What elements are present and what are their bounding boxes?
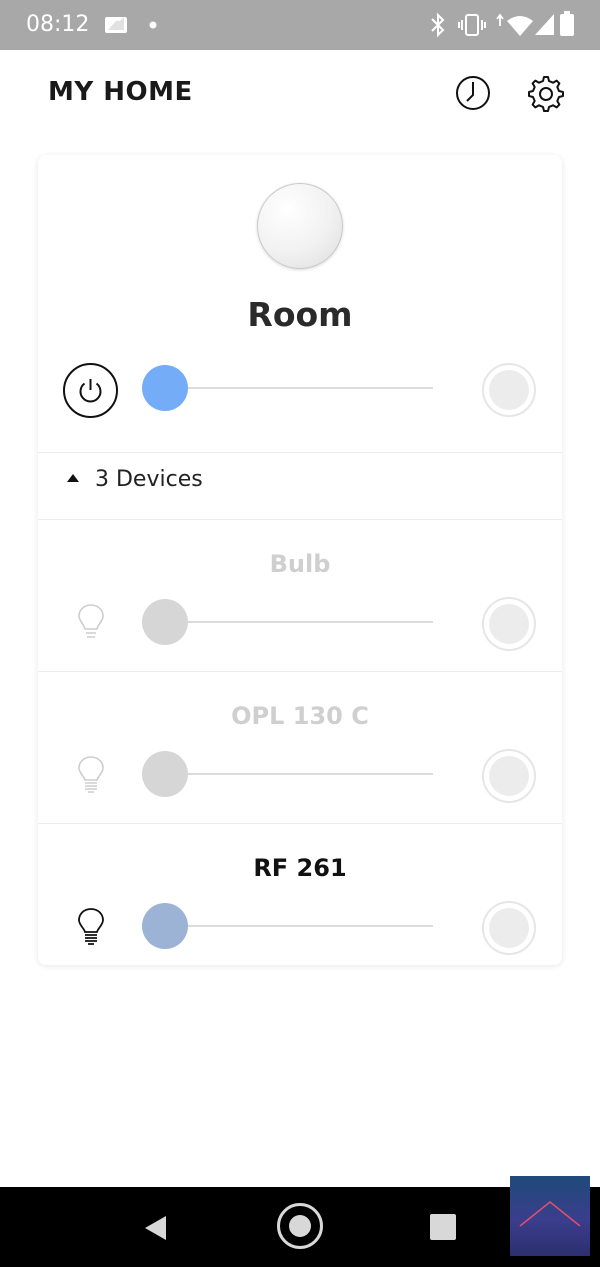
device-name: Bulb xyxy=(269,550,331,578)
page-title: MY HOME xyxy=(48,77,193,107)
vibrate-icon xyxy=(458,14,486,36)
app-header: MY HOME xyxy=(0,50,600,140)
status-bar: 08:12 xyxy=(0,0,600,50)
device-row-rf-261: RF 261 xyxy=(38,824,562,965)
room-brightness-slider[interactable] xyxy=(142,365,188,411)
devices-toggle[interactable]: 3 Devices xyxy=(38,453,562,519)
room-title: Room xyxy=(247,295,353,334)
bulb-icon[interactable] xyxy=(76,906,106,946)
notification-dot-icon xyxy=(149,21,157,29)
room-brightness-track[interactable] xyxy=(165,387,433,389)
bluetooth-icon xyxy=(431,12,445,38)
power-button[interactable] xyxy=(63,363,118,418)
bulb-icon[interactable] xyxy=(76,602,106,642)
battery-icon xyxy=(560,11,574,36)
device-row-opl-130-c: OPL 130 C xyxy=(38,672,562,824)
status-time: 08:12 xyxy=(26,12,90,37)
device-color-button[interactable] xyxy=(482,749,536,803)
clock-icon[interactable] xyxy=(454,74,492,112)
caret-up-icon xyxy=(67,474,79,482)
home-icon[interactable] xyxy=(277,1203,323,1249)
gear-icon[interactable] xyxy=(527,74,565,112)
sim-card-icon xyxy=(105,17,127,33)
device-brightness-track[interactable] xyxy=(165,621,433,623)
power-icon xyxy=(79,379,102,403)
device-name: RF 261 xyxy=(253,854,347,882)
device-brightness-slider[interactable] xyxy=(142,751,188,797)
room-color-preview[interactable] xyxy=(257,183,343,269)
back-icon[interactable] xyxy=(144,1215,168,1241)
device-name: OPL 130 C xyxy=(231,702,369,730)
device-color-button[interactable] xyxy=(482,901,536,955)
device-brightness-slider[interactable] xyxy=(142,903,188,949)
room-color-button[interactable] xyxy=(482,363,536,417)
device-color-button[interactable] xyxy=(482,597,536,651)
bulb-icon[interactable] xyxy=(76,754,106,794)
device-row-bulb: Bulb xyxy=(38,520,562,672)
device-brightness-slider[interactable] xyxy=(142,599,188,645)
wifi-icon xyxy=(496,13,533,36)
devices-count-label: 3 Devices xyxy=(95,467,203,492)
device-brightness-track[interactable] xyxy=(165,773,433,775)
floating-widget[interactable] xyxy=(510,1176,590,1256)
device-brightness-track[interactable] xyxy=(165,925,433,927)
chevron-up-icon xyxy=(519,1201,581,1227)
signal-icon xyxy=(535,14,554,35)
room-card: Room 3 Devices Bulb OPL 130 C RF 261 xyxy=(38,155,562,965)
recents-icon[interactable] xyxy=(430,1214,456,1240)
